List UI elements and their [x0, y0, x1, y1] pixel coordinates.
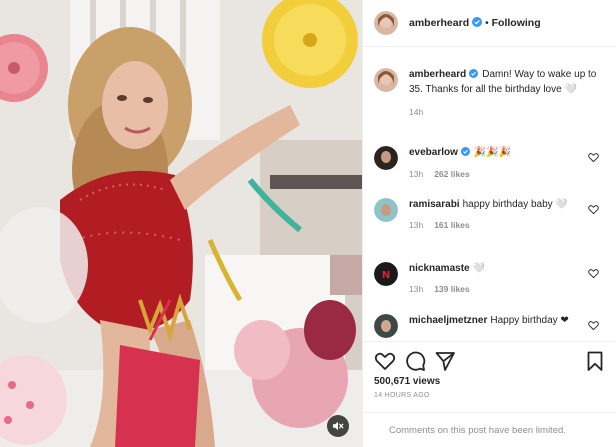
- comment-meta: 13h 262 likes: [409, 169, 579, 179]
- comment-message: 🎉🎉🎉: [473, 147, 512, 158]
- caption-age[interactable]: 14h: [409, 107, 423, 117]
- post-side-panel: amberheard • Following amberheard Damn! …: [362, 0, 616, 447]
- mute-toggle-button[interactable]: [327, 415, 349, 437]
- comments-limited-notice: Comments on this post have been limited.: [363, 412, 616, 447]
- heart-icon[interactable]: [374, 350, 396, 372]
- comment-text: michaeljmetzner Happy birthday ❤: [409, 314, 579, 328]
- following-button[interactable]: Following: [492, 17, 541, 29]
- caption-username[interactable]: amberheard: [409, 69, 466, 80]
- comment-text: evebarlow 🎉🎉🎉: [409, 146, 579, 161]
- comment-message: Happy birthday ❤: [490, 315, 569, 326]
- comment-likes[interactable]: 161 likes: [434, 220, 469, 230]
- commenter-avatar[interactable]: [374, 198, 398, 222]
- like-comment-heart-icon[interactable]: [588, 204, 599, 215]
- comment-meta: 13h 139 likes: [409, 284, 579, 294]
- svg-text:N: N: [382, 270, 390, 281]
- comment-row: michaeljmetzner Happy birthday ❤: [374, 314, 610, 338]
- verified-badge-icon: [472, 16, 483, 30]
- caption-text: amberheard Damn! Way to wake up to 35. Th…: [409, 68, 599, 97]
- share-icon[interactable]: [434, 350, 456, 372]
- comment-row: evebarlow 🎉🎉🎉 13h 262 likes: [374, 146, 610, 179]
- comment-row: N nicknamaste 🤍 13h 139 likes: [374, 262, 610, 294]
- comment-username[interactable]: evebarlow: [409, 147, 458, 158]
- comment-username[interactable]: ramisarabi: [409, 199, 460, 210]
- instagram-post-modal: amberheard • Following amberheard Damn! …: [0, 0, 616, 447]
- commenter-avatar[interactable]: [374, 314, 398, 338]
- comment-age[interactable]: 13h: [409, 220, 423, 230]
- commenter-avatar[interactable]: N: [374, 262, 398, 286]
- comment-meta: 13h 161 likes: [409, 220, 579, 230]
- action-icons-row: [374, 350, 606, 372]
- like-comment-heart-icon[interactable]: [588, 320, 599, 331]
- verified-badge-icon: [460, 147, 470, 161]
- comment-username[interactable]: nicknamaste: [409, 263, 470, 274]
- author-avatar[interactable]: [374, 68, 398, 92]
- comment-body: evebarlow 🎉🎉🎉 13h 262 likes: [409, 146, 579, 179]
- comment-text: nicknamaste 🤍: [409, 262, 579, 276]
- like-comment-heart-icon[interactable]: [588, 268, 599, 279]
- caption-row: amberheard Damn! Way to wake up to 35. Th…: [374, 68, 610, 117]
- post-timestamp[interactable]: 14 HOURS AGO: [374, 392, 606, 399]
- bookmark-icon[interactable]: [584, 350, 606, 372]
- caption-meta: 14h: [409, 107, 599, 117]
- comment-age[interactable]: 13h: [409, 169, 423, 179]
- comment-username[interactable]: michaeljmetzner: [409, 315, 487, 326]
- post-header: amberheard • Following: [363, 0, 616, 47]
- post-video[interactable]: [0, 0, 362, 447]
- speaker-muted-icon: [333, 421, 344, 431]
- post-actions: 500,671 views 14 HOURS AGO: [363, 341, 616, 399]
- comment-text: ramisarabi happy birthday baby 🤍: [409, 198, 579, 212]
- comment-body: michaeljmetzner Happy birthday ❤: [409, 314, 579, 338]
- comment-likes[interactable]: 262 likes: [434, 169, 469, 179]
- view-count[interactable]: 500,671 views: [374, 376, 606, 387]
- comment-row: ramisarabi happy birthday baby 🤍 13h 161 …: [374, 198, 610, 230]
- comment-age[interactable]: 13h: [409, 284, 423, 294]
- comments-list[interactable]: amberheard Damn! Way to wake up to 35. Th…: [363, 58, 616, 341]
- caption-body: amberheard Damn! Way to wake up to 35. Th…: [409, 68, 599, 117]
- author-username[interactable]: amberheard: [409, 17, 469, 29]
- comment-icon[interactable]: [404, 350, 426, 372]
- header-separator: •: [485, 17, 489, 29]
- comment-likes[interactable]: 139 likes: [434, 284, 469, 294]
- author-avatar[interactable]: [374, 11, 398, 35]
- verified-badge-icon: [469, 69, 479, 83]
- comment-message: 🤍: [472, 263, 486, 274]
- comment-body: nicknamaste 🤍 13h 139 likes: [409, 262, 579, 294]
- comment-message: happy birthday baby 🤍: [462, 199, 568, 210]
- video-frame: [0, 0, 362, 447]
- commenter-avatar[interactable]: [374, 146, 398, 170]
- comment-body: ramisarabi happy birthday baby 🤍 13h 161 …: [409, 198, 579, 230]
- like-comment-heart-icon[interactable]: [588, 152, 599, 163]
